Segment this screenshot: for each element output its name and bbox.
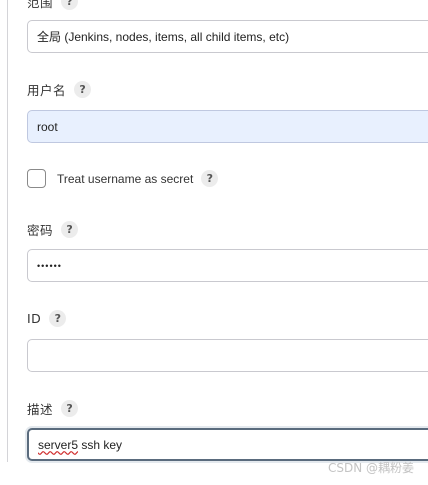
- password-help-icon[interactable]: ?: [61, 221, 79, 238]
- description-help-icon[interactable]: ?: [61, 400, 79, 417]
- password-label-row: 密码 ?: [27, 220, 79, 239]
- scope-label: 范围: [27, 0, 54, 10]
- description-label: 描述: [27, 402, 54, 417]
- treat-secret-checkbox[interactable]: [27, 169, 46, 188]
- scope-help-icon[interactable]: ?: [61, 0, 79, 10]
- id-label-row: ID ?: [27, 310, 67, 327]
- password-input[interactable]: ••••••: [27, 249, 428, 282]
- password-value: ••••••: [37, 260, 62, 271]
- username-input[interactable]: root: [27, 110, 428, 143]
- treat-secret-label[interactable]: Treat username as secret: [57, 172, 193, 186]
- scope-select[interactable]: 全局 (Jenkins, nodes, items, all child ite…: [27, 20, 428, 53]
- password-label: 密码: [27, 223, 54, 238]
- username-label: 用户名: [27, 83, 67, 98]
- id-input[interactable]: [27, 339, 428, 372]
- username-help-icon[interactable]: ?: [74, 81, 92, 98]
- left-divider: [7, 0, 8, 462]
- treat-secret-row: Treat username as secret ?: [27, 169, 219, 188]
- credentials-form-page: 范围 ? 全局 (Jenkins, nodes, items, all chil…: [0, 0, 428, 485]
- id-help-icon[interactable]: ?: [49, 310, 67, 327]
- description-value-misspelled: server5: [38, 437, 79, 452]
- description-value: server5 ssh key: [38, 438, 122, 452]
- description-value-rest: ssh key: [78, 437, 123, 452]
- treat-secret-help-icon[interactable]: ?: [201, 170, 219, 187]
- id-label: ID: [27, 311, 42, 326]
- description-label-row: 描述 ?: [27, 399, 79, 418]
- description-input[interactable]: server5 ssh key: [27, 428, 428, 461]
- username-label-row: 用户名 ?: [27, 80, 92, 99]
- scope-value: 全局 (Jenkins, nodes, items, all child ite…: [37, 30, 290, 44]
- scope-label-row: 范围 ?: [27, 0, 79, 11]
- csdn-watermark: CSDN @耦粉姜: [327, 461, 414, 475]
- username-value: root: [37, 119, 58, 134]
